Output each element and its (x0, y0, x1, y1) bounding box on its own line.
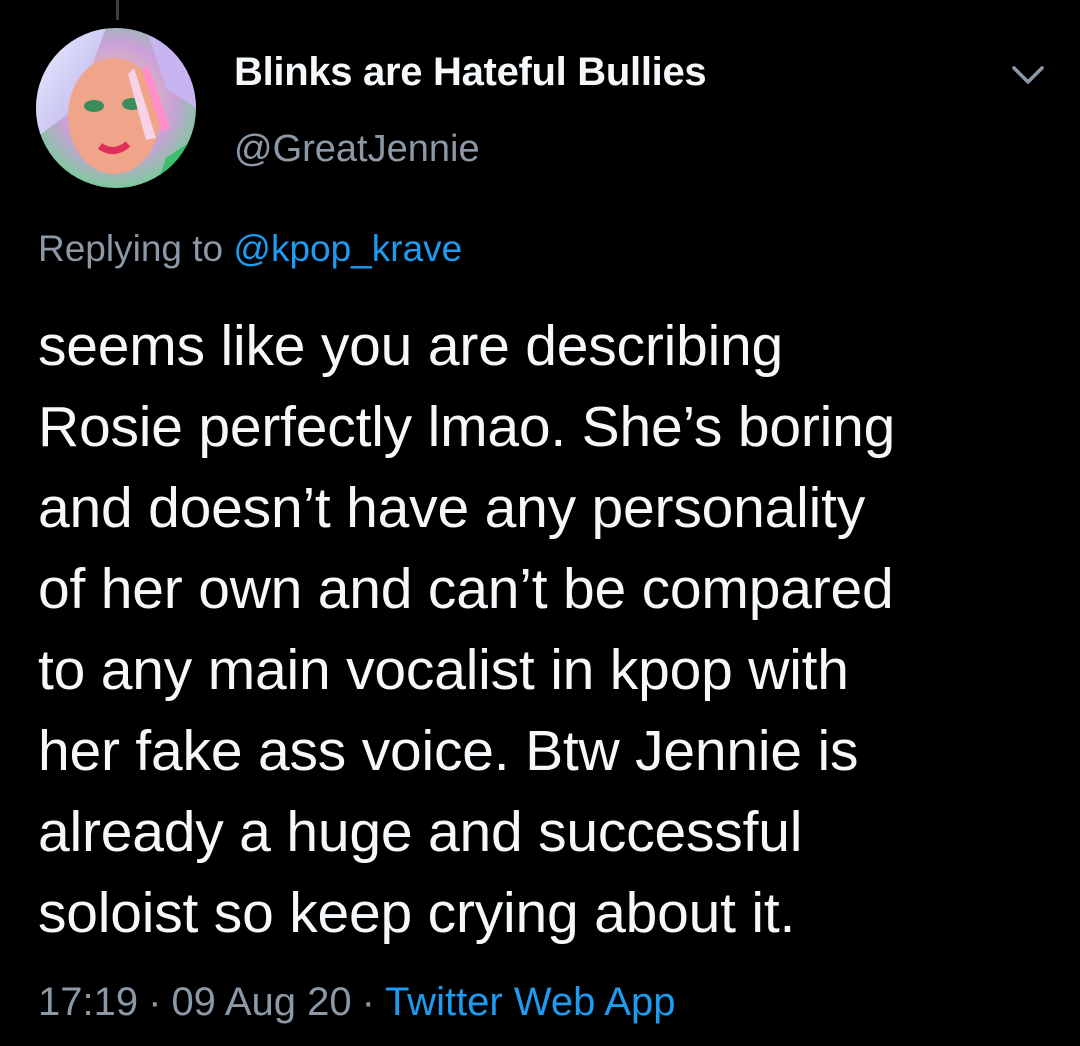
replying-to-label: Replying to (38, 228, 234, 269)
tweet-text-line: seems like you are describing (38, 314, 784, 378)
tweet-text-line: to any main vocalist in kpop with (38, 638, 849, 702)
tweet-text: seems like you are describing Rosie perf… (38, 306, 1048, 954)
thread-connector-line (116, 0, 119, 20)
replying-to-line: Replying to @kpop_krave (38, 228, 462, 270)
tweet-date[interactable]: 09 Aug 20 (171, 980, 351, 1024)
author-handle[interactable]: @GreatJennie (234, 128, 480, 171)
tweet-text-line: Rosie perfectly lmao. She’s boring (38, 395, 896, 459)
meta-separator: · (148, 980, 162, 1024)
tweet-text-line: her fake ass voice. Btw Jennie is (38, 719, 859, 783)
avatar-image (36, 28, 196, 188)
avatar[interactable] (36, 28, 196, 188)
tweet-text-line: and doesn’t have any personality (38, 476, 866, 540)
chevron-down-icon[interactable] (1008, 60, 1048, 90)
tweet-text-line: already a huge and successful (38, 800, 803, 864)
author-display-name[interactable]: Blinks are Hateful Bullies (234, 50, 707, 95)
reply-mention-link[interactable]: @kpop_krave (233, 228, 462, 269)
tweet-time[interactable]: 17:19 (38, 980, 138, 1024)
meta-separator: · (361, 980, 375, 1024)
tweet-text-line: soloist so keep crying about it. (38, 881, 796, 945)
tweet-meta: 17:19 · 09 Aug 20 · Twitter Web App (38, 980, 675, 1025)
tweet-text-line: of her own and can’t be compared (38, 557, 894, 621)
tweet-source-link[interactable]: Twitter Web App (385, 980, 676, 1024)
